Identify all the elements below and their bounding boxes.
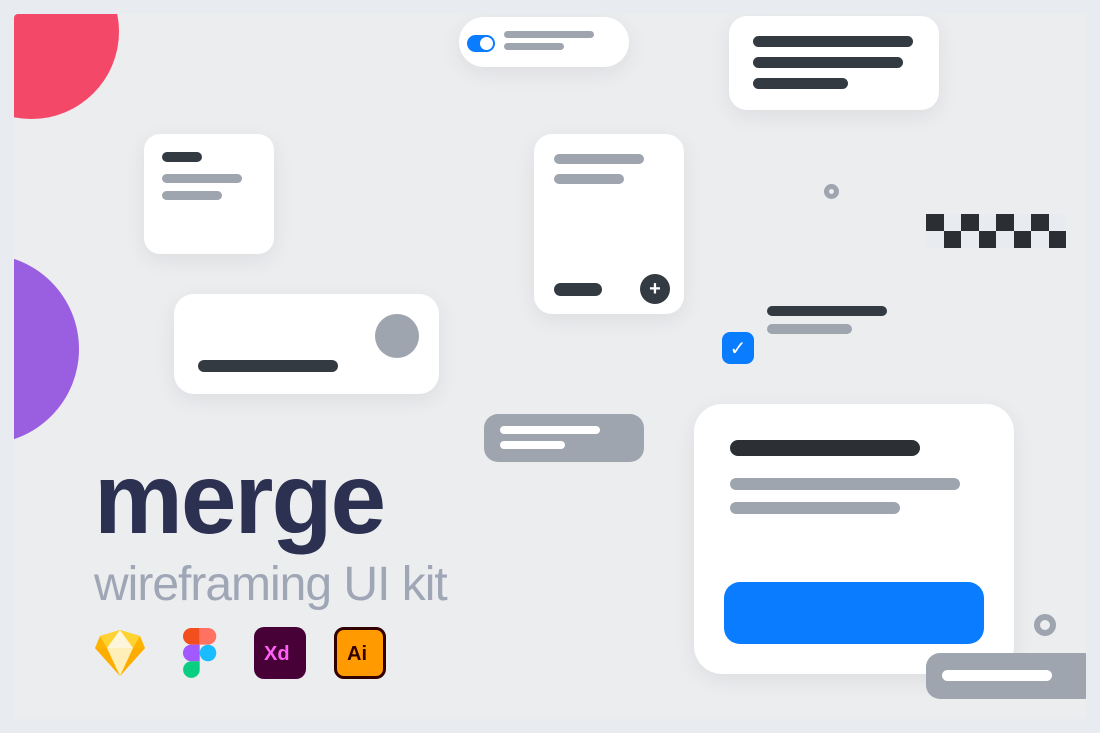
ring-icon xyxy=(1034,614,1056,636)
supported-apps-row: Xd Ai xyxy=(94,627,386,679)
wireframe-text-block xyxy=(729,16,939,110)
ring-icon xyxy=(824,184,839,199)
svg-text:Ai: Ai xyxy=(347,643,367,665)
check-icon: ✓ xyxy=(722,332,754,364)
title-block: merge wireframing UI kit xyxy=(94,449,447,612)
primary-button-placeholder xyxy=(724,582,984,644)
svg-text:Xd: Xd xyxy=(264,643,290,665)
figma-icon xyxy=(174,627,226,679)
product-subtitle: wireframing UI kit xyxy=(94,557,447,612)
wireframe-cta-card xyxy=(694,404,1014,674)
xd-icon: Xd xyxy=(254,627,306,679)
toggle-icon xyxy=(467,35,495,52)
wireframe-grey-pill-edge xyxy=(926,653,1086,699)
wireframe-toggle-row xyxy=(459,17,629,67)
wireframe-grey-pill xyxy=(484,414,644,462)
wireframe-card-plus: + xyxy=(534,134,684,314)
decorative-circle-purple xyxy=(14,254,79,444)
sketch-icon xyxy=(94,627,146,679)
product-title: merge xyxy=(94,449,447,549)
checkerboard-swatch xyxy=(926,214,1066,248)
plus-icon: + xyxy=(640,274,670,304)
wireframe-search-bar xyxy=(174,294,439,394)
promo-frame: + ✓ merge wireframing UI kit Xd Ai xyxy=(14,14,1086,719)
illustrator-icon: Ai xyxy=(334,627,386,679)
wireframe-card-small xyxy=(144,134,274,254)
decorative-circle-pink xyxy=(14,14,119,119)
